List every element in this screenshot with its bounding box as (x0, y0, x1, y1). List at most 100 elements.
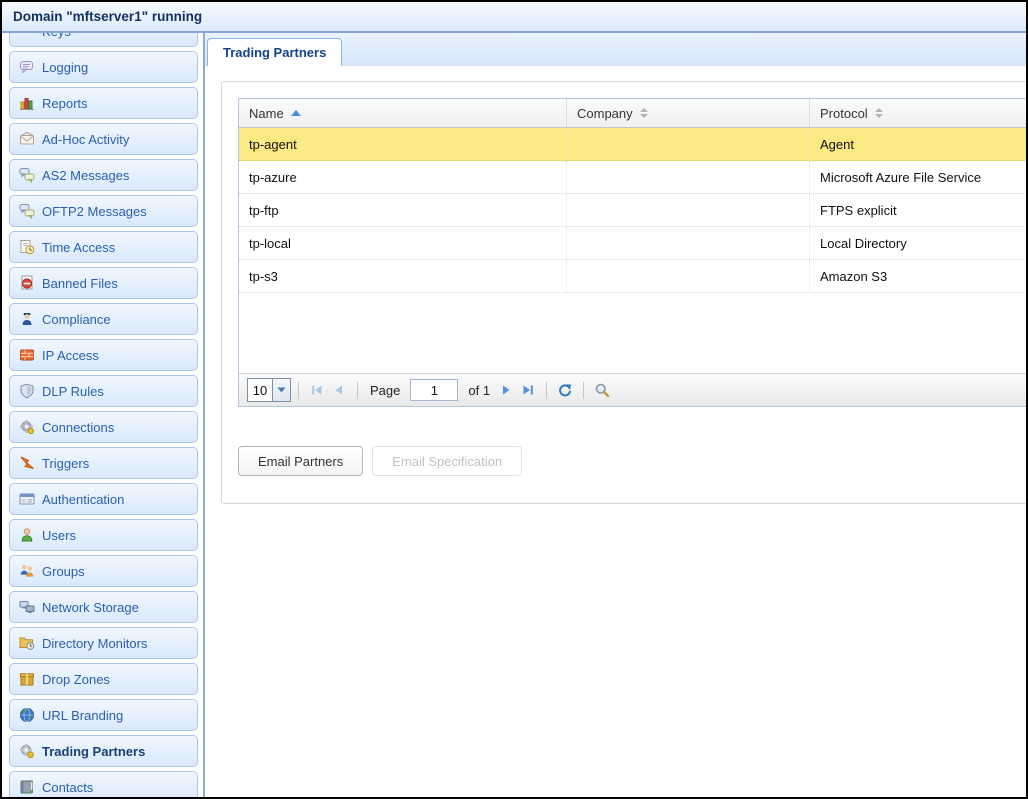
key-icon (19, 33, 35, 39)
page-size-select[interactable]: 10 (247, 378, 291, 402)
cell-protocol[interactable]: Amazon S3 (810, 260, 1026, 292)
sidebar-item-ip-access[interactable]: IP Access (9, 339, 198, 371)
column-header-label: Name (249, 106, 284, 121)
column-header-company[interactable]: Company (567, 99, 810, 127)
sidebar-item-url-branding[interactable]: URL Branding (9, 699, 198, 731)
toolbar-separator (583, 382, 584, 399)
toolbar-separator (357, 382, 358, 399)
table-row[interactable]: tp-ftp FTPS explicit (239, 194, 1026, 227)
gear-yellow-icon (19, 743, 35, 759)
sidebar-item-label: Time Access (42, 240, 115, 255)
sidebar-item-authentication[interactable]: Authentication (9, 483, 198, 515)
tab-strip: Trading Partners (205, 33, 1026, 66)
shield-icon (19, 383, 35, 399)
grid-empty-space (239, 293, 1026, 373)
address-book-icon (19, 779, 35, 795)
prev-page-icon (331, 382, 347, 398)
page-number-input[interactable] (410, 379, 458, 401)
page-label: Page (370, 383, 400, 398)
cell-protocol[interactable]: FTPS explicit (810, 194, 1026, 226)
sidebar-item-label: Ad-Hoc Activity (42, 132, 129, 147)
tab-trading-partners[interactable]: Trading Partners (207, 38, 342, 68)
prev-page-button[interactable] (328, 379, 350, 401)
sidebar-item-label: Logging (42, 60, 88, 75)
sidebar-item-logging[interactable]: Logging (9, 51, 198, 83)
messages-icon (19, 167, 35, 183)
sidebar: Keys Logging Reports Ad-Hoc Activity AS2… (2, 33, 205, 797)
sidebar-item-label: Triggers (42, 456, 89, 471)
sidebar-item-label: Banned Files (42, 276, 118, 291)
sidebar-item-as2-messages[interactable]: AS2 Messages (9, 159, 198, 191)
column-header-protocol[interactable]: Protocol (810, 99, 1026, 127)
sidebar-item-label: Trading Partners (42, 744, 145, 759)
cell-protocol[interactable]: Microsoft Azure File Service (810, 161, 1026, 193)
next-page-button[interactable] (495, 379, 517, 401)
table-row[interactable]: tp-agent Agent (239, 128, 1026, 161)
refresh-icon (557, 382, 573, 398)
officer-icon (19, 311, 35, 327)
sidebar-item-groups[interactable]: Groups (9, 555, 198, 587)
column-header-label: Protocol (820, 106, 868, 121)
sidebar-item-trading-partners[interactable]: Trading Partners (9, 735, 198, 767)
chevron-down-icon (272, 379, 290, 401)
globe-icon (19, 707, 35, 723)
sidebar-item-users[interactable]: Users (9, 519, 198, 551)
cell-name[interactable]: tp-agent (239, 128, 567, 160)
table-row[interactable]: tp-local Local Directory (239, 227, 1026, 260)
trading-partners-panel: Name Company Protocol (221, 81, 1026, 504)
grid-header-row: Name Company Protocol (239, 99, 1026, 128)
sidebar-item-dlp-rules[interactable]: DLP Rules (9, 375, 198, 407)
network-computers-icon (19, 599, 35, 615)
email-specification-button[interactable]: Email Specification (372, 446, 522, 476)
action-buttons: Email Partners Email Specification (238, 446, 1026, 476)
cell-company[interactable] (567, 227, 810, 259)
cell-name[interactable]: tp-ftp (239, 194, 567, 226)
sidebar-item-connections[interactable]: Connections (9, 411, 198, 443)
sidebar-item-drop-zones[interactable]: Drop Zones (9, 663, 198, 695)
refresh-button[interactable] (554, 379, 576, 401)
cell-name[interactable]: tp-local (239, 227, 567, 259)
sidebar-item-label: Contacts (42, 780, 93, 795)
speech-bubble-icon (19, 59, 35, 75)
sidebar-item-banned-files[interactable]: Banned Files (9, 267, 198, 299)
cell-company[interactable] (567, 194, 810, 226)
cell-company[interactable] (567, 161, 810, 193)
content-area: Name Company Protocol (205, 66, 1026, 797)
clock-page-icon (19, 239, 35, 255)
first-page-button[interactable] (306, 379, 328, 401)
sidebar-item-adhoc-activity[interactable]: Ad-Hoc Activity (9, 123, 198, 155)
sidebar-item-network-storage[interactable]: Network Storage (9, 591, 198, 623)
sidebar-item-label: Directory Monitors (42, 636, 147, 651)
table-row[interactable]: tp-s3 Amazon S3 (239, 260, 1026, 293)
cell-name[interactable]: tp-s3 (239, 260, 567, 292)
sidebar-item-label: DLP Rules (42, 384, 104, 399)
title-bar: Domain "mftserver1" running (2, 2, 1026, 33)
sidebar-item-label: Users (42, 528, 76, 543)
cell-company[interactable] (567, 260, 810, 292)
sidebar-item-oftp2-messages[interactable]: OFTP2 Messages (9, 195, 198, 227)
sidebar-item-directory-monitors[interactable]: Directory Monitors (9, 627, 198, 659)
cell-company[interactable] (567, 128, 810, 160)
sidebar-item-compliance[interactable]: Compliance (9, 303, 198, 335)
cell-name[interactable]: tp-azure (239, 161, 567, 193)
sidebar-item-reports[interactable]: Reports (9, 87, 198, 119)
cell-protocol[interactable]: Agent (810, 128, 1026, 160)
sidebar-item-label: IP Access (42, 348, 99, 363)
column-header-name[interactable]: Name (239, 99, 567, 127)
sort-both-icon (640, 108, 648, 118)
sidebar-item-keys[interactable]: Keys (9, 33, 198, 47)
email-partners-button[interactable]: Email Partners (238, 446, 363, 476)
column-header-label: Company (577, 106, 633, 121)
sidebar-item-contacts[interactable]: Contacts (9, 771, 198, 797)
sidebar-item-time-access[interactable]: Time Access (9, 231, 198, 263)
messages-icon (19, 203, 35, 219)
cell-protocol[interactable]: Local Directory (810, 227, 1026, 259)
sidebar-item-label: Authentication (42, 492, 124, 507)
sidebar-item-triggers[interactable]: Triggers (9, 447, 198, 479)
user-icon (19, 527, 35, 543)
table-row[interactable]: tp-azure Microsoft Azure File Service (239, 161, 1026, 194)
last-page-icon (520, 382, 536, 398)
last-page-button[interactable] (517, 379, 539, 401)
search-button[interactable] (591, 379, 613, 401)
bar-chart-icon (19, 95, 35, 111)
